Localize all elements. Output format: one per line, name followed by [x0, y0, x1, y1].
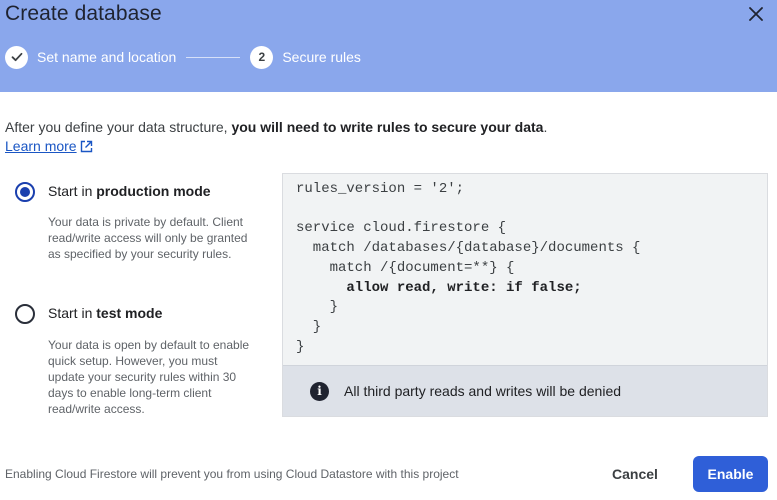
option-mode: test mode	[96, 305, 163, 321]
code-line: match /databases/{database}/documents {	[296, 240, 641, 257]
step-label-set-name: Set name and location	[37, 49, 177, 65]
enable-button[interactable]: Enable	[693, 456, 768, 492]
footer-note: Enabling Cloud Firestore will prevent yo…	[5, 467, 459, 481]
learn-more-link[interactable]: Learn more	[5, 138, 93, 154]
cancel-button[interactable]: Cancel	[600, 457, 670, 491]
intro-end: .	[543, 119, 548, 135]
step-label-secure-rules: Secure rules	[282, 49, 361, 65]
check-icon	[5, 45, 28, 69]
step-number: 2	[250, 45, 274, 69]
info-icon: i	[310, 381, 329, 401]
dialog-title: Create database	[5, 2, 162, 25]
intro-text: After you define your data structure, yo…	[5, 119, 547, 135]
learn-more-label: Learn more	[5, 138, 77, 154]
option-mode: production mode	[96, 183, 211, 199]
option-description: Your data is open by default to enable q…	[48, 338, 250, 416]
notice-text: All third party reads and writes will be…	[344, 383, 622, 399]
code-line: match /{document=**} {	[296, 259, 515, 276]
option-prefix: Start in	[48, 305, 97, 321]
code-line: rules_version = '2';	[296, 181, 465, 197]
rules-code: rules_version = '2'; service cloud.fires…	[296, 180, 640, 357]
option-label: Start in production mode	[48, 183, 211, 199]
code-line: }	[296, 338, 305, 355]
code-line: service cloud.firestore {	[296, 220, 507, 237]
external-link-icon	[80, 140, 92, 152]
radio-test-mode[interactable]	[15, 304, 35, 324]
option-description: Your data is private by default. Client …	[48, 215, 248, 261]
option-prefix: Start in	[48, 183, 97, 199]
close-icon[interactable]	[745, 3, 767, 25]
radio-production-mode[interactable]	[15, 182, 35, 202]
code-line: }	[296, 299, 339, 316]
step-divider	[186, 56, 241, 58]
dialog-header: Create database Set name and location 2 …	[0, 0, 777, 92]
code-line: }	[296, 318, 322, 335]
rules-preview: rules_version = '2'; service cloud.fires…	[282, 173, 768, 417]
rules-notice: i All third party reads and writes will …	[283, 365, 767, 416]
option-label: Start in test mode	[48, 305, 162, 321]
intro-bold: you will need to write rules to secure y…	[231, 119, 544, 135]
stepper: Set name and location 2 Secure rules	[5, 45, 361, 69]
intro-plain: After you define your data structure,	[5, 119, 232, 135]
code-line: allow read, write: if false;	[296, 279, 582, 296]
